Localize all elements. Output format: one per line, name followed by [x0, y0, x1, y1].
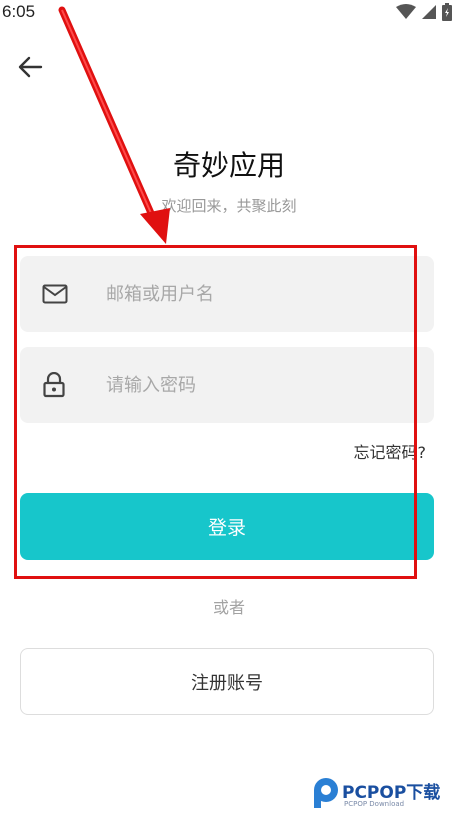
wifi-icon — [396, 4, 416, 19]
status-time: 6:05 — [2, 2, 36, 21]
or-divider-text: 或者 — [212, 598, 245, 617]
status-icons — [396, 3, 452, 21]
register-button[interactable]: 注册账号 — [20, 648, 434, 715]
battery-icon — [442, 3, 452, 21]
forgot-password-link[interactable]: 忘记密码? — [354, 439, 427, 463]
status-bar: 6:05 — [0, 0, 458, 26]
app-title: 奇妙应用 — [172, 149, 285, 182]
lock-icon — [42, 372, 66, 398]
pcpop-logo-icon — [314, 778, 338, 808]
email-input[interactable] — [106, 256, 426, 332]
app-subtitle: 欢迎回来，共聚此刻 — [161, 197, 297, 215]
login-button[interactable]: 登录 — [20, 493, 434, 560]
back-button[interactable] — [14, 52, 46, 82]
cell-signal-icon — [422, 5, 436, 19]
password-field[interactable] — [20, 347, 434, 423]
pcpop-watermark: PCPOP下载 PCPOP Download — [308, 770, 454, 818]
arrow-left-icon — [18, 56, 43, 78]
email-field[interactable] — [20, 256, 434, 332]
password-input[interactable] — [106, 347, 426, 423]
watermark-sub: PCPOP Download — [344, 800, 405, 808]
mail-icon — [42, 283, 68, 305]
